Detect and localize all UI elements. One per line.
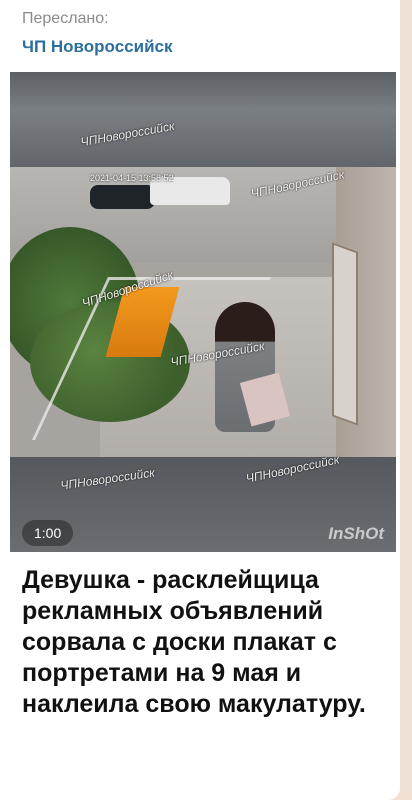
forwarded-label: Переслано: (22, 10, 109, 27)
message-caption: Девушка - расклейщица рекламных объявлен… (22, 566, 366, 718)
channel-name[interactable]: ЧП Новороссийск (22, 37, 172, 57)
video-thumbnail[interactable]: ЧПНовороссийск 2021-04-15 13:58:52 ЧПНов… (10, 72, 396, 552)
video-duration-badge: 1:00 (22, 520, 74, 546)
video-blur-top (10, 72, 396, 167)
video-timestamp: 2021-04-15 13:58:52 (90, 173, 174, 183)
notice-board (332, 242, 358, 426)
video-frame: 2021-04-15 13:58:52 ЧПНовороссийск ЧПНов… (10, 167, 396, 457)
inshot-watermark: InShOt (328, 524, 384, 543)
message-bubble[interactable]: Переслано: ЧП Новороссийск ЧПНовороссийс… (0, 0, 400, 800)
car-dark (90, 185, 155, 209)
